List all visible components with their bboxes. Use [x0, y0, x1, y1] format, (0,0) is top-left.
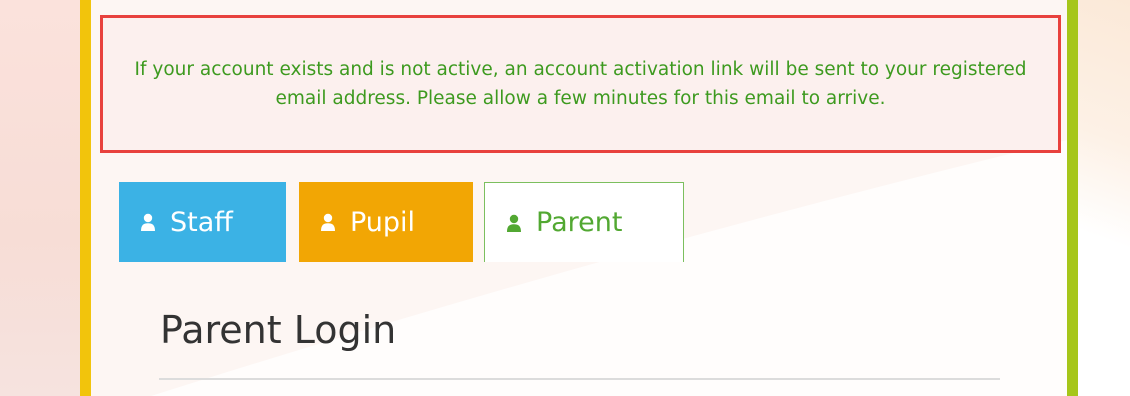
page-title: Parent Login: [160, 308, 397, 352]
alert-message: If your account exists and is not active…: [134, 59, 1027, 109]
user-icon: [506, 214, 522, 232]
login-panel: If your account exists and is not active…: [91, 0, 1067, 396]
tab-parent[interactable]: Parent: [484, 182, 684, 262]
page-background-right: [1078, 0, 1130, 396]
tab-parent-label: Parent: [536, 207, 623, 238]
right-accent-bar: [1067, 0, 1078, 396]
left-accent-bar: [80, 0, 91, 396]
user-icon: [140, 213, 156, 231]
decorative-shape: [1078, 0, 1130, 396]
tab-pupil-label: Pupil: [350, 206, 416, 238]
page-background-left: [0, 0, 80, 396]
tab-pupil[interactable]: Pupil: [299, 182, 473, 262]
heading-divider: [159, 378, 1000, 380]
tab-staff[interactable]: Staff: [119, 182, 286, 262]
tab-staff-label: Staff: [170, 206, 233, 238]
user-icon: [320, 213, 336, 231]
activation-alert: If your account exists and is not active…: [100, 15, 1061, 153]
